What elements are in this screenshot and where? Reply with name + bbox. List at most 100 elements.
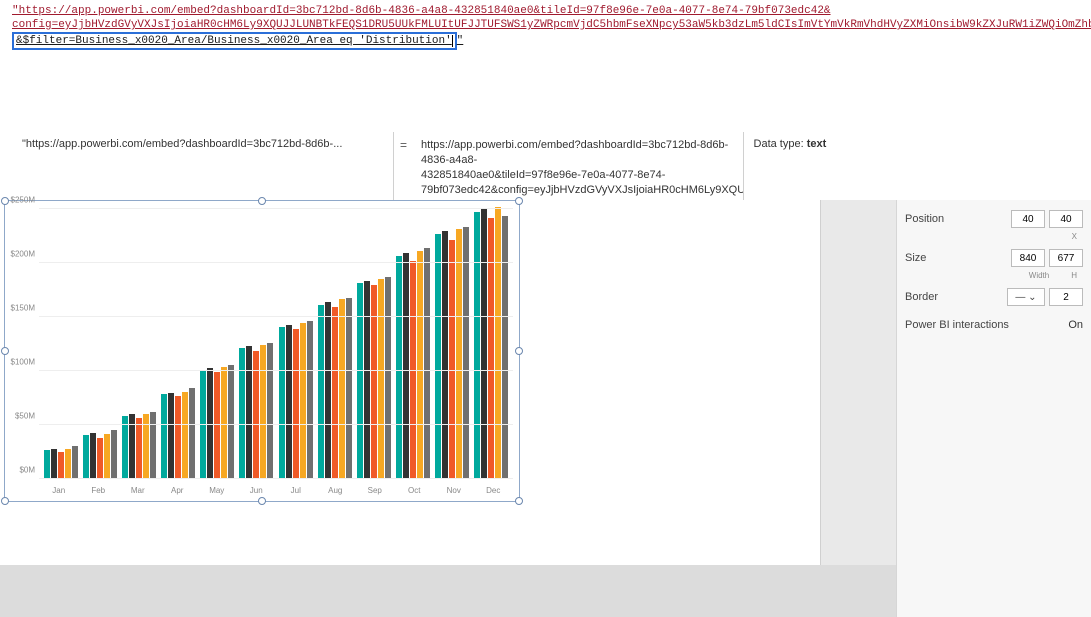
bar: [364, 281, 370, 479]
y-tick-label: $200M: [11, 250, 35, 259]
bar: [65, 449, 71, 479]
bar: [72, 446, 78, 479]
bar: [104, 434, 110, 479]
size-sub-w: Width: [1029, 271, 1049, 280]
bar-group: [357, 277, 391, 479]
bar: [168, 393, 174, 479]
bar: [357, 283, 363, 479]
bar: [97, 438, 103, 479]
bar: [378, 279, 384, 479]
properties-panel: Position X Size Width H Border — ⌄: [896, 200, 1091, 617]
chart-y-axis: $0M$50M$100M$150M$200M$250M: [7, 209, 37, 479]
resize-handle-tl[interactable]: [1, 197, 9, 205]
size-h-input[interactable]: [1049, 249, 1083, 267]
bar: [44, 450, 50, 479]
equals-sign: =: [394, 132, 413, 204]
bar: [339, 299, 345, 479]
resize-handle-tr[interactable]: [515, 197, 523, 205]
bar: [371, 285, 377, 479]
bar-group: [122, 412, 156, 479]
bar: [214, 372, 220, 479]
bar: [182, 392, 188, 479]
bar-group: [474, 207, 508, 479]
bar-group: [239, 343, 273, 479]
bar: [318, 305, 324, 479]
formula-line1: "https://app.powerbi.com/embed?dashboard…: [12, 5, 831, 17]
size-w-input[interactable]: [1011, 249, 1045, 267]
canvas-zone[interactable]: $0M$50M$100M$150M$200M$250M JanFebMarApr…: [0, 200, 896, 617]
canvas-bottom-strip: [0, 565, 896, 617]
x-tick-label: Jan: [42, 486, 76, 495]
x-tick-label: Mar: [121, 486, 155, 495]
bar: [396, 256, 402, 479]
x-tick-label: Oct: [397, 486, 431, 495]
prop-size-label: Size: [905, 252, 1011, 264]
border-style-select[interactable]: — ⌄: [1007, 288, 1045, 306]
canvas-scroll-gutter: [820, 200, 896, 617]
bar: [463, 227, 469, 479]
x-tick-label: May: [200, 486, 234, 495]
resize-handle-t[interactable]: [258, 197, 266, 205]
resize-handle-r[interactable]: [515, 347, 523, 355]
formula-bar[interactable]: "https://app.powerbi.com/embed?dashboard…: [0, 0, 1091, 52]
bar: [403, 253, 409, 479]
pbi-interactions-label: Power BI interactions: [905, 319, 1068, 331]
bar: [385, 277, 391, 479]
chart-plot-area: [39, 209, 513, 479]
chart-x-axis: JanFebMarAprMayJunJulAugSepOctNovDec: [39, 486, 513, 495]
y-tick-label: $100M: [11, 358, 35, 367]
y-tick-label: $250M: [11, 196, 35, 205]
bar-group: [161, 388, 195, 479]
expression-result-row: "https://app.powerbi.com/embed?dashboard…: [14, 132, 1077, 205]
bar: [435, 234, 441, 479]
prop-pbi-interactions: Power BI interactions On: [905, 314, 1083, 336]
x-tick-label: Apr: [160, 486, 194, 495]
resize-handle-bl[interactable]: [1, 497, 9, 505]
bar: [228, 365, 234, 479]
bar: [332, 307, 338, 479]
prop-size: Size: [905, 247, 1083, 269]
size-sub-h: H: [1071, 271, 1077, 280]
border-width-input[interactable]: [1049, 288, 1083, 306]
expression-result: https://app.powerbi.com/embed?dashboardI…: [413, 132, 744, 204]
bar: [442, 231, 448, 479]
bar: [221, 367, 227, 479]
bar: [346, 298, 352, 479]
bar: [189, 388, 195, 479]
x-tick-label: Feb: [81, 486, 115, 495]
bar: [449, 240, 455, 479]
prop-position-label: Position: [905, 213, 1011, 225]
position-sub-x: X: [1072, 232, 1077, 241]
bar-group: [200, 365, 234, 479]
resize-handle-b[interactable]: [258, 497, 266, 505]
bar: [51, 449, 57, 479]
bar: [417, 251, 423, 479]
bar: [424, 248, 430, 479]
bar: [502, 216, 508, 479]
bar: [90, 433, 96, 479]
bar: [286, 325, 292, 479]
bar-group: [435, 227, 469, 479]
prop-border-label: Border: [905, 291, 1007, 303]
formula-line2-config: config=eyJjbHVzdGVyVXJsIjoiaHR0cHM6Ly9XQ…: [12, 19, 1091, 31]
bar: [325, 302, 331, 479]
bar: [481, 209, 487, 479]
bar: [279, 327, 285, 479]
bar: [260, 345, 266, 479]
position-y-input[interactable]: [1049, 210, 1083, 228]
bar: [300, 323, 306, 479]
bar: [122, 416, 128, 479]
formula-filter-text: &$filter=Business_x0020_Area/Business_x0…: [16, 35, 452, 47]
bar: [246, 346, 252, 479]
powerbi-tile[interactable]: $0M$50M$100M$150M$200M$250M JanFebMarApr…: [4, 200, 520, 502]
pbi-interactions-value[interactable]: On: [1068, 319, 1083, 331]
bar: [175, 396, 181, 479]
x-tick-label: Nov: [437, 486, 471, 495]
bar-group: [396, 248, 430, 479]
bar: [150, 412, 156, 479]
bar-group: [83, 430, 117, 479]
y-tick-label: $150M: [11, 304, 35, 313]
bar: [307, 321, 313, 479]
resize-handle-br[interactable]: [515, 497, 523, 505]
position-x-input[interactable]: [1011, 210, 1045, 228]
